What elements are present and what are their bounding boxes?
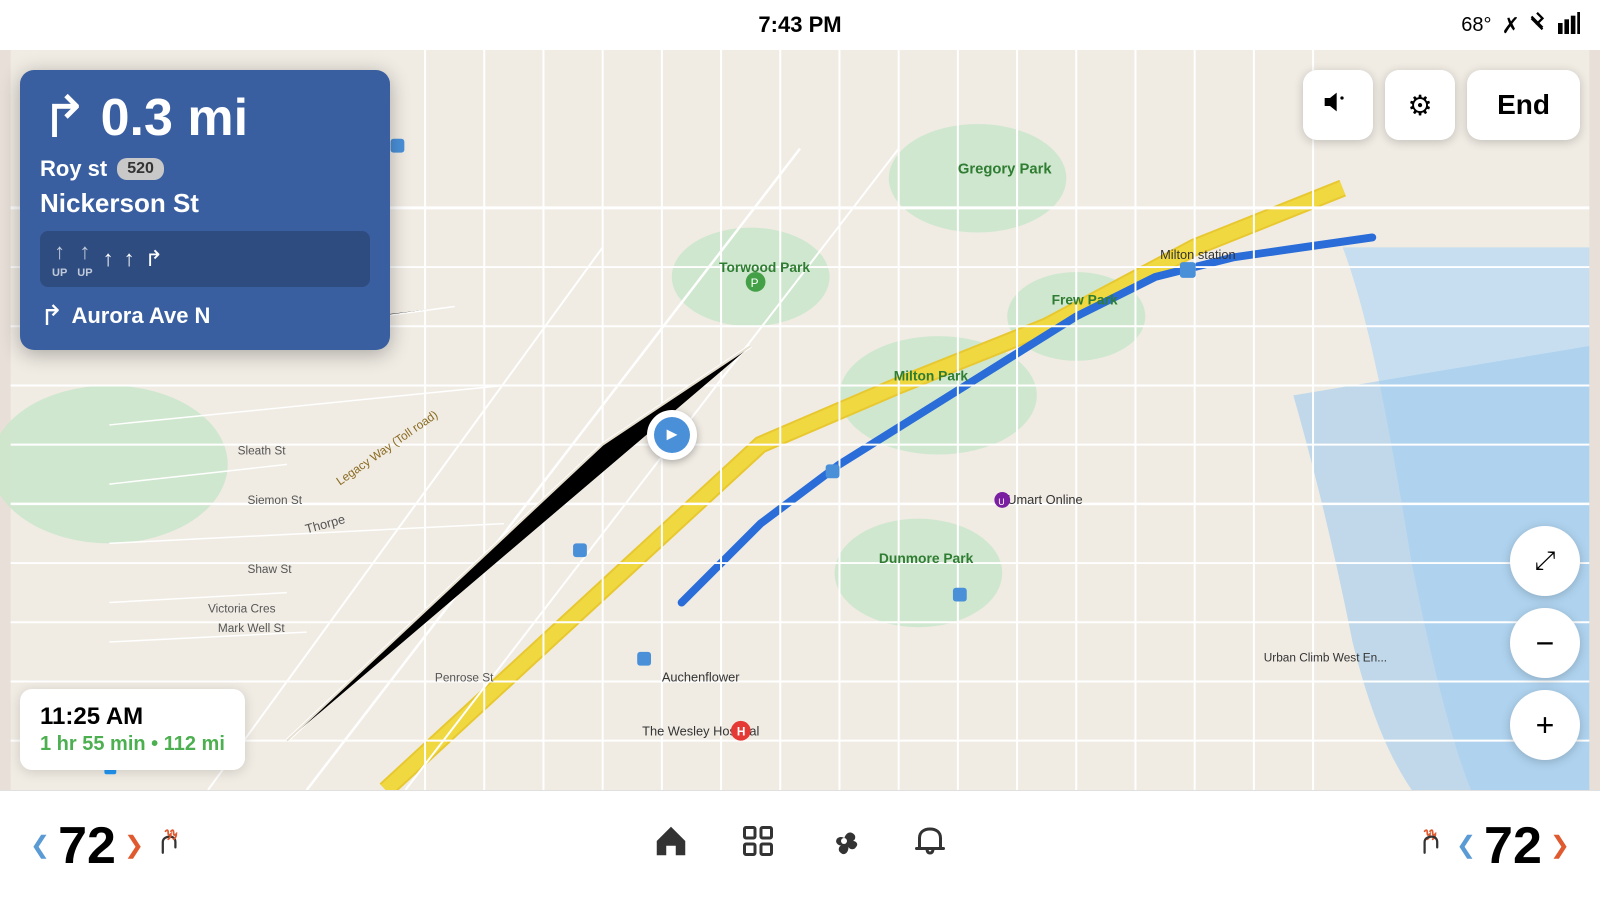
cross-street: Nickerson St [40, 188, 370, 219]
fan-button[interactable] [826, 823, 862, 868]
turn-arrow-icon: ↱ [40, 89, 89, 147]
lane-5: ↱ [145, 246, 163, 272]
lane-2: ↑ UP [77, 239, 92, 279]
eta-dot: • [151, 733, 164, 755]
lane-1: ↑ UP [52, 239, 67, 279]
lane-arrow-3: ↑ [103, 246, 114, 272]
lane-arrow-5: ↱ [145, 246, 163, 272]
left-seat-heat-icon[interactable] [152, 824, 188, 868]
temperature-display: 68° [1461, 14, 1491, 37]
svg-text:Gregory Park: Gregory Park [958, 161, 1053, 177]
svg-text:P: P [751, 276, 759, 290]
svg-text:Auchenflower: Auchenflower [662, 669, 740, 684]
move-map-button[interactable]: ⤢ [1510, 526, 1580, 596]
left-temp-down-button[interactable]: ❮ [30, 831, 50, 860]
lane-4: ↑ [124, 246, 135, 272]
right-temp-down-button[interactable]: ❮ [1456, 831, 1476, 860]
svg-text:Sleath St: Sleath St [238, 444, 287, 458]
lane-arrow-1: ↑ [54, 239, 65, 265]
zoom-in-button[interactable]: + [1510, 690, 1580, 760]
svg-text:Penrose St: Penrose St [435, 670, 494, 684]
end-navigation-button[interactable]: End [1467, 70, 1580, 140]
svg-text:Milton station: Milton station [1160, 247, 1236, 262]
signal-icon [1558, 12, 1580, 39]
eta-duration: 1 hr 55 min [40, 733, 146, 755]
map-controls-right: ⤢ − + [1510, 526, 1580, 760]
right-seat-heat-icon[interactable] [1412, 824, 1448, 868]
left-temp-display: 72 [58, 816, 116, 876]
right-temp-control: ❮ 72 ❯ [1412, 816, 1570, 876]
svg-text:Frew Park: Frew Park [1052, 292, 1118, 308]
bottom-bar: ❮ 72 ❯ [0, 790, 1600, 900]
distance-display: 0.3 mi [101, 88, 248, 148]
lane-indicators: ↑ UP ↑ UP ↑ ↑ ↱ [40, 231, 370, 287]
next-turn-icon: ↱ [40, 299, 63, 332]
route-badge: 520 [117, 158, 164, 180]
mute-icon [1322, 86, 1354, 125]
eta-details: 1 hr 55 min • 112 mi [40, 733, 225, 756]
eta-arrival-time: 11:25 AM [40, 703, 225, 731]
settings-icon: ⚙ [1408, 89, 1433, 122]
eta-card: 11:25 AM 1 hr 55 min • 112 mi [20, 689, 245, 770]
status-time: 7:43 PM [758, 12, 841, 38]
left-temp-up-button[interactable]: ❯ [124, 831, 144, 860]
svg-text:Mark Well St: Mark Well St [218, 621, 286, 635]
svg-text:Torwood Park: Torwood Park [719, 259, 810, 275]
svg-text:Milton Park: Milton Park [894, 368, 969, 384]
map-controls-top: ⚙ End [1303, 70, 1580, 140]
bottom-center-controls [652, 822, 948, 869]
end-label: End [1497, 89, 1550, 121]
svg-text:Siemon St: Siemon St [247, 493, 302, 507]
right-temp-up-button[interactable]: ❯ [1550, 831, 1570, 860]
left-temp-control: ❮ 72 ❯ [30, 816, 188, 876]
right-temp-display: 72 [1484, 816, 1542, 876]
move-icon: ⤢ [1535, 545, 1556, 577]
svg-text:Urban Climb West En...: Urban Climb West En... [1264, 651, 1387, 665]
lane-3: ↑ [103, 246, 114, 272]
svg-text:Victoria Cres: Victoria Cres [208, 601, 276, 615]
svg-text:Shaw St: Shaw St [247, 562, 292, 576]
svg-text:H: H [737, 725, 746, 739]
current-street: Roy st [40, 156, 107, 182]
zoom-in-icon: + [1536, 707, 1555, 744]
status-bar: 7:43 PM 68° ✗ [0, 0, 1600, 50]
home-button[interactable] [652, 822, 690, 869]
settings-button[interactable]: ⚙ [1385, 70, 1455, 140]
svg-text:Umart Online: Umart Online [1007, 492, 1082, 507]
location-marker: ► [647, 410, 697, 460]
svg-text:U: U [998, 497, 1004, 507]
map-area: Gregory Park Frew Park Torwood Park Milt… [0, 50, 1600, 790]
bluetooth-icon: ✗ [1501, 11, 1548, 39]
mute-button[interactable] [1303, 70, 1373, 140]
lane-arrow-2: ↑ [79, 239, 90, 265]
nav-card: ↱ 0.3 mi Roy st 520 Nickerson St ↑ UP ↑ … [20, 70, 390, 350]
bell-button[interactable] [912, 823, 948, 868]
grid-button[interactable] [740, 823, 776, 868]
svg-text:Dunmore Park: Dunmore Park [879, 550, 974, 566]
lane-arrow-4: ↑ [124, 246, 135, 272]
zoom-out-icon: − [1536, 625, 1555, 662]
zoom-out-button[interactable]: − [1510, 608, 1580, 678]
next-street: Aurora Ave N [71, 303, 210, 329]
eta-distance: 112 mi [164, 733, 225, 755]
